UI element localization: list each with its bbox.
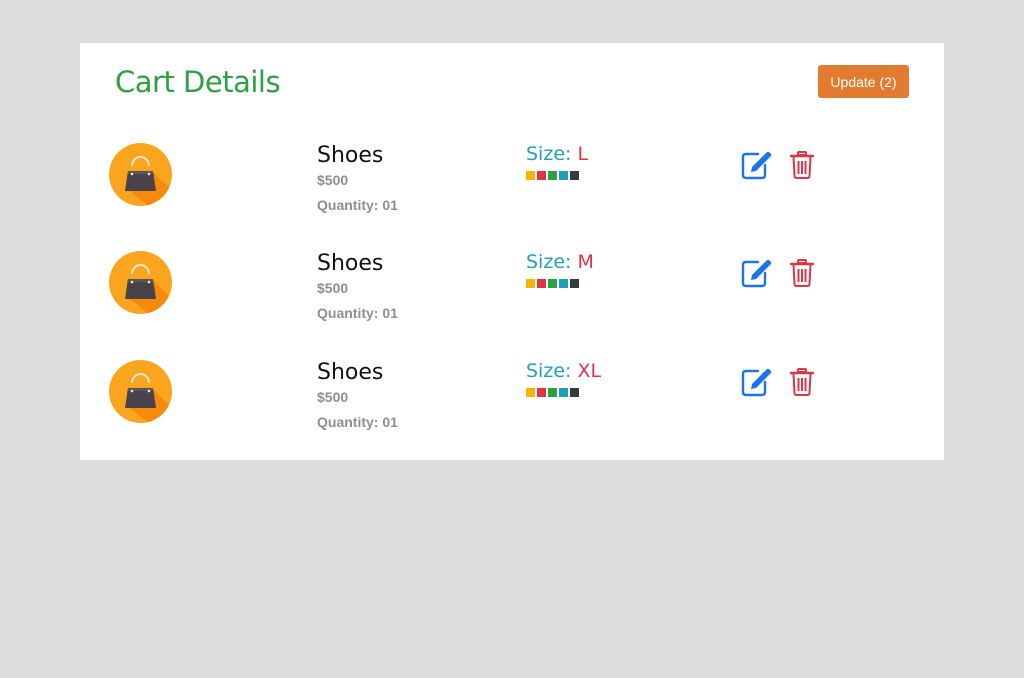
size-value: M [577,251,594,273]
color-swatch-red[interactable] [537,388,546,397]
trash-icon [789,368,815,396]
color-swatch-green[interactable] [548,279,557,288]
color-swatch-red[interactable] [537,279,546,288]
edit-icon [741,368,772,397]
delete-button[interactable] [789,367,815,397]
product-price: $500 [317,172,349,188]
size-label: Size: [526,251,572,273]
shopping-bag-icon [125,264,172,314]
product-name: Shoes [317,143,384,168]
color-swatch-dark[interactable] [570,279,579,288]
color-swatch-dark[interactable] [570,388,579,397]
color-swatch-yellow[interactable] [526,171,535,180]
size-value: XL [577,360,602,382]
color-swatch-teal[interactable] [559,279,568,288]
delete-button[interactable] [789,258,815,288]
product-quantity: Quantity: 01 [317,197,398,213]
cart-item: Shoes $500 Quantity: 01 Size: XL [80,360,944,460]
product-quantity: Quantity: 01 [317,305,398,321]
edit-icon [741,259,772,288]
color-swatch-teal[interactable] [559,171,568,180]
color-swatches [526,171,579,180]
trash-icon [789,259,815,287]
delete-button[interactable] [789,150,815,180]
color-swatch-green[interactable] [548,388,557,397]
product-price: $500 [317,389,349,405]
color-swatch-teal[interactable] [559,388,568,397]
product-price: $500 [317,280,349,296]
product-size: Size: L [526,143,588,165]
edit-button[interactable] [741,150,773,180]
cart-item: Shoes $500 Quantity: 01 Size: L [80,143,944,243]
page-title: Cart Details [115,65,281,99]
product-name: Shoes [317,251,384,276]
edit-icon [741,151,772,180]
product-avatar [109,360,172,423]
product-avatar [109,143,172,206]
color-swatch-yellow[interactable] [526,388,535,397]
product-quantity: Quantity: 01 [317,414,398,430]
size-value: L [577,143,589,165]
product-size: Size: XL [526,360,601,382]
color-swatches [526,279,579,288]
color-swatches [526,388,579,397]
size-label: Size: [526,360,572,382]
product-size: Size: M [526,251,594,273]
size-label: Size: [526,143,572,165]
shopping-bag-icon [125,156,172,206]
product-name: Shoes [317,360,384,385]
shopping-bag-icon [125,373,172,423]
color-swatch-red[interactable] [537,171,546,180]
color-swatch-dark[interactable] [570,171,579,180]
edit-button[interactable] [741,258,773,288]
cart-card: Cart Details Update (2) Shoes $500 Quant… [80,43,944,460]
cart-item: Shoes $500 Quantity: 01 Size: M [80,251,944,351]
color-swatch-green[interactable] [548,171,557,180]
color-swatch-yellow[interactable] [526,279,535,288]
edit-button[interactable] [741,367,773,397]
product-avatar [109,251,172,314]
trash-icon [789,151,815,179]
update-button[interactable]: Update (2) [818,65,909,98]
